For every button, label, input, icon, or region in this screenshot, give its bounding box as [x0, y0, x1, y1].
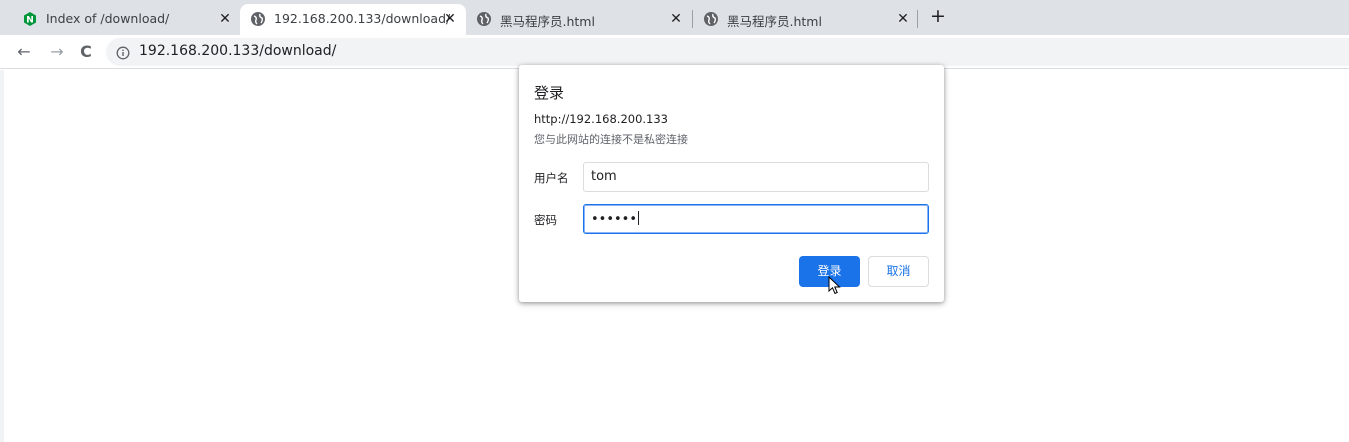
password-field[interactable]: •••••• — [583, 204, 929, 234]
nginx-icon: N — [22, 11, 38, 27]
tab-title: 黑马程序员.html — [727, 14, 822, 29]
text-caret — [638, 211, 640, 225]
reload-button[interactable]: C — [74, 40, 98, 64]
tab-close-button[interactable]: ✕ — [667, 10, 685, 28]
password-value: •••••• — [591, 212, 638, 227]
tab-title: 192.168.200.133/download/ — [274, 11, 451, 26]
globe-icon — [703, 11, 719, 27]
back-button[interactable]: ← — [12, 40, 36, 64]
address-bar[interactable]: 192.168.200.133/download/ — [106, 38, 1349, 66]
dialog-privacy-note: 您与此网站的连接不是私密连接 — [534, 133, 688, 146]
globe-icon — [250, 11, 266, 27]
svg-text:N: N — [26, 16, 34, 26]
username-field[interactable]: tom — [583, 162, 929, 192]
password-label: 密码 — [534, 213, 557, 227]
browser-toolbar: ← → C 192.168.200.133/download/ — [0, 35, 1349, 69]
tab-heima-html-2[interactable]: 黑马程序员.html ✕ — [693, 4, 919, 35]
tab-strip: N Index of /download/ ✕ 192.168.200.133/… — [0, 0, 1349, 35]
tab-index-of-download[interactable]: N Index of /download/ ✕ — [12, 4, 240, 35]
tab-download-active[interactable]: 192.168.200.133/download/ ✕ — [240, 4, 466, 35]
tab-heima-html-1[interactable]: 黑马程序员.html ✕ — [466, 4, 692, 35]
mouse-pointer-icon — [828, 275, 842, 296]
globe-icon — [476, 11, 492, 27]
username-label: 用户名 — [534, 171, 569, 185]
info-icon[interactable] — [116, 45, 130, 60]
tab-title: Index of /download/ — [46, 11, 170, 26]
tab-separator — [917, 10, 918, 28]
tab-title: 黑马程序员.html — [500, 14, 595, 29]
tab-close-button[interactable]: ✕ — [216, 10, 234, 28]
page-left-edge — [0, 70, 4, 442]
http-auth-dialog: 登录 http://192.168.200.133 您与此网站的连接不是私密连接… — [519, 65, 944, 302]
forward-button[interactable]: → — [45, 40, 69, 64]
new-tab-button[interactable]: + — [929, 7, 947, 26]
cancel-button[interactable]: 取消 — [868, 256, 929, 287]
tab-close-button[interactable]: ✕ — [894, 10, 912, 28]
tab-close-button[interactable]: ✕ — [441, 10, 459, 28]
username-value: tom — [591, 169, 617, 184]
dialog-title: 登录 — [534, 84, 565, 102]
dialog-site-url: http://192.168.200.133 — [534, 112, 668, 126]
url-text: 192.168.200.133/download/ — [139, 43, 337, 59]
